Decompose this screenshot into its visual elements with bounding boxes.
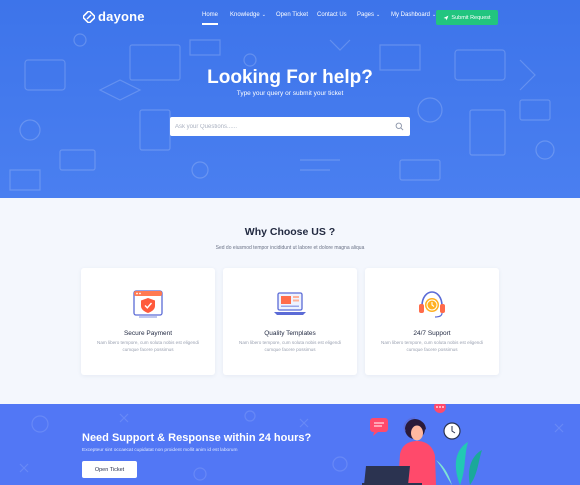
shield-laptop-icon (133, 290, 163, 318)
search-bar (170, 117, 410, 136)
feature-card-secure-payment[interactable]: Secure Payment Nam libero tempore, cum s… (81, 268, 215, 375)
headset-support-icon (419, 291, 445, 318)
nav-my-dashboard[interactable]: My Dashboard ⌄ (391, 12, 436, 18)
card-title: Secure Payment (123, 330, 173, 337)
open-ticket-button[interactable]: Open Ticket (82, 461, 137, 478)
why-title: Why Choose US ? (244, 226, 336, 238)
card-title: 24/7 Support (413, 330, 451, 337)
submit-request-button[interactable]: Submit Request (436, 10, 498, 25)
nav-pages-label: Pages (357, 12, 375, 18)
hero-subtitle: Type your query or submit your ticket (236, 90, 344, 97)
nav-open-ticket[interactable]: Open Ticket (276, 12, 308, 18)
nav-home-label: Home (202, 12, 219, 18)
chevron-down-icon: ⌄ (376, 12, 381, 18)
cta-title: Need Support & Response within 24 hours? (82, 432, 312, 444)
nav-knowledge[interactable]: Knowledge ⌄ (230, 12, 266, 18)
nav-open-ticket-label: Open Ticket (276, 12, 309, 18)
brand-name: dayone (98, 9, 145, 24)
hero-title: Looking For help? (207, 67, 373, 88)
feature-card-support[interactable]: 24/7 Support Nam libero tempore, cum sol… (365, 268, 499, 375)
cta-subtitle: Excepteur sint occaecat cupidatat non pr… (82, 448, 238, 453)
top-navbar: dayone Home Knowledge ⌄ Open Ticket Cont… (0, 0, 580, 36)
chevron-down-icon: ⌄ (261, 12, 266, 18)
brand-logo[interactable]: dayone (83, 9, 145, 24)
search-input[interactable] (175, 121, 385, 132)
support-agent-illustration (362, 404, 482, 485)
nav-contact-us[interactable]: Contact Us (317, 12, 347, 18)
nav-contact-us-label: Contact Us (317, 12, 347, 18)
support-cta-section: Need Support & Response within 24 hours?… (0, 404, 580, 485)
feature-card-quality-templates[interactable]: Quality Templates Nam libero tempore, cu… (223, 268, 357, 375)
nav-home[interactable]: Home (202, 12, 219, 25)
card-text: Nam libero tempore, cum soluta nobis est… (381, 340, 483, 352)
submit-request-label: Submit Request (451, 14, 491, 21)
hero-section: dayone Home Knowledge ⌄ Open Ticket Cont… (0, 0, 580, 198)
why-subtitle: Sed do eiusmod tempor incididunt ut labo… (215, 245, 365, 251)
nav-knowledge-label: Knowledge (230, 12, 260, 18)
laptop-template-icon (274, 292, 306, 315)
brand-mark-icon (83, 10, 95, 23)
nav-my-dashboard-label: My Dashboard (391, 12, 431, 18)
search-icon[interactable] (395, 122, 404, 131)
nav-pages[interactable]: Pages ⌄ (357, 12, 380, 18)
card-title: Quality Templates (264, 330, 316, 337)
card-text: Nam libero tempore, cum soluta nobis est… (97, 340, 199, 352)
paper-plane-icon (444, 15, 449, 20)
card-text: Nam libero tempore, cum soluta nobis est… (239, 340, 341, 352)
